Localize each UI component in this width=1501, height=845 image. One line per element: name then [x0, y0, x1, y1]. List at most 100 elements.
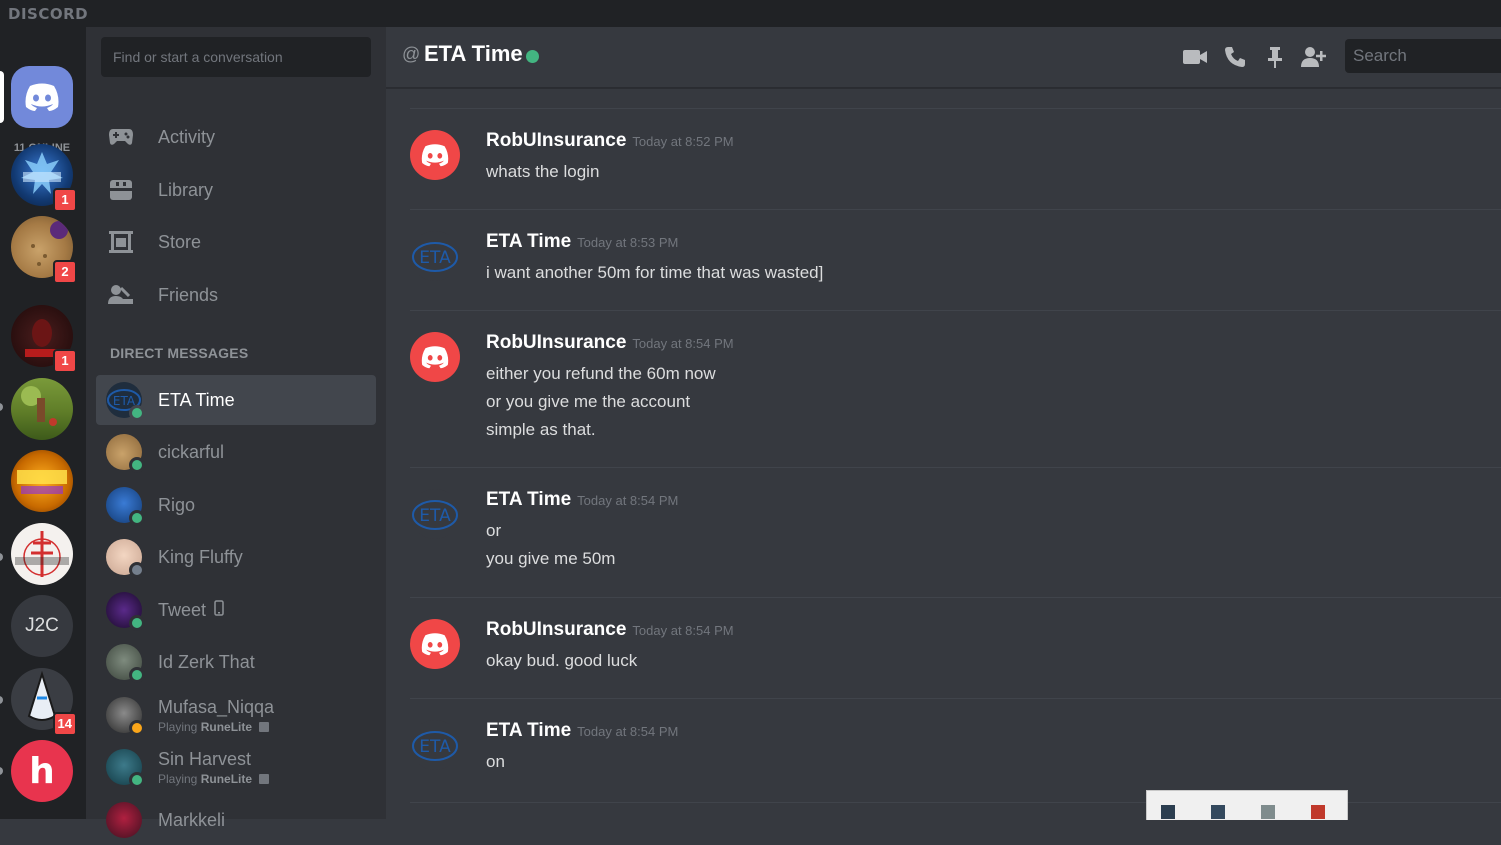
- message-search-box[interactable]: [1345, 39, 1501, 73]
- guild-list: 11 ONLINE 1 2 1: [0, 27, 86, 819]
- message-text: simple as that.: [486, 420, 596, 439]
- message-timestamp: Today at 8:54 PM: [632, 336, 734, 351]
- dm-item-mufasa[interactable]: Mufasa_Niqqa Playing RuneLite: [96, 690, 376, 740]
- guild-dark[interactable]: 1: [11, 305, 77, 373]
- dm-item-sin-harvest[interactable]: Sin Harvest Playing RuneLite: [96, 742, 376, 792]
- dm-search-input[interactable]: [101, 37, 375, 77]
- unread-badge: 1: [53, 349, 77, 373]
- avatar: [106, 434, 145, 473]
- message-text: on: [486, 752, 505, 771]
- unread-indicator: [0, 767, 3, 775]
- nav-label: Library: [158, 179, 214, 200]
- message-author[interactable]: ETA Time: [486, 720, 571, 741]
- guild-rafaels-arc[interactable]: [11, 523, 73, 585]
- dm-item-markkeli[interactable]: Markkeli: [96, 795, 376, 845]
- guild-letter: h: [29, 750, 55, 792]
- message-timestamp: Today at 8:54 PM: [632, 623, 734, 638]
- home-button[interactable]: [11, 66, 73, 128]
- guild-heart[interactable]: h: [11, 740, 73, 802]
- dm-section-header: DIRECT MESSAGES: [110, 345, 249, 361]
- message-list: RobUInsurance Today at 8:52 PM whats the …: [386, 88, 1501, 819]
- message-divider: [410, 698, 1501, 699]
- discord-logo-icon: [25, 83, 59, 111]
- status-indicator: [129, 457, 145, 473]
- message-author[interactable]: ETA Time: [486, 489, 571, 510]
- dm-search-box[interactable]: [101, 37, 375, 77]
- svg-text:ETA: ETA: [419, 506, 451, 526]
- dm-sidebar: Activity Library Store Friends DIRECT ME…: [86, 27, 386, 838]
- message-text: i want another 50m for time that was was…: [486, 263, 824, 282]
- message-author[interactable]: ETA Time: [486, 231, 571, 252]
- guild-cickarful[interactable]: 2: [11, 216, 77, 284]
- dm-item-id-zerk-that[interactable]: Id Zerk That: [96, 637, 376, 687]
- message-divider: [410, 108, 1501, 109]
- video-call-icon[interactable]: [1181, 43, 1209, 71]
- dm-name: cickarful: [158, 441, 225, 462]
- tray-app-icon[interactable]: [1261, 805, 1275, 819]
- dm-item-cickarful[interactable]: cickarful: [96, 427, 376, 477]
- guild-j2c[interactable]: J2C: [11, 595, 73, 657]
- guild-forest[interactable]: [11, 378, 73, 440]
- rafaels-arc-logo-icon: [15, 531, 69, 577]
- dm-item-tweet[interactable]: Tweet: [96, 585, 376, 635]
- discord-logo-icon[interactable]: [410, 332, 460, 382]
- tray-app-icon[interactable]: [1161, 805, 1175, 819]
- dm-item-king-fluffy[interactable]: King Fluffy: [96, 532, 376, 582]
- message-timestamp: Today at 8:54 PM: [577, 493, 679, 508]
- eta-logo-icon[interactable]: ETA: [410, 720, 460, 770]
- unread-badge: 1: [53, 188, 77, 212]
- eta-logo-icon[interactable]: ETA: [410, 231, 460, 281]
- pin-icon[interactable]: [1261, 43, 1289, 71]
- forest-server-icon: [21, 386, 57, 426]
- dm-name: King Fluffy: [158, 546, 243, 567]
- avatar: [106, 539, 145, 578]
- dm-name: Markkeli: [158, 809, 226, 830]
- message-author[interactable]: RobUInsurance: [486, 332, 626, 353]
- unread-badge: 2: [53, 260, 77, 284]
- status-indicator: [129, 562, 145, 578]
- message-author[interactable]: RobUInsurance: [486, 130, 626, 151]
- friends-icon: [100, 284, 142, 306]
- nav-label: Activity: [158, 126, 216, 147]
- eta-logo-icon[interactable]: ETA: [410, 489, 460, 539]
- rich-presence-icon: [259, 721, 270, 732]
- nav-friends[interactable]: Friends: [96, 273, 376, 317]
- message-timestamp: Today at 8:53 PM: [577, 235, 679, 250]
- message-author[interactable]: RobUInsurance: [486, 619, 626, 640]
- message-divider: [410, 209, 1501, 210]
- nav-library[interactable]: Library: [96, 168, 376, 212]
- avatar: [106, 802, 142, 838]
- activity-status: Playing RuneLite: [158, 720, 274, 734]
- dm-item-eta-time[interactable]: ETA ETA Time: [96, 375, 376, 425]
- tray-app-icon[interactable]: [1211, 805, 1225, 819]
- message-text: either you refund the 60m now: [486, 364, 716, 383]
- status-indicator: [129, 510, 145, 526]
- voice-call-icon[interactable]: [1221, 43, 1249, 71]
- status-indicator: [526, 50, 539, 63]
- mobile-icon: [214, 599, 224, 621]
- message-timestamp: Today at 8:52 PM: [632, 134, 734, 149]
- rich-presence-icon: [259, 773, 270, 784]
- nav-store[interactable]: Store: [96, 220, 376, 264]
- dm-name: Mufasa_Niqqa: [158, 696, 275, 717]
- discord-logo-icon[interactable]: [410, 619, 460, 669]
- dm-item-rigo[interactable]: Rigo: [96, 480, 376, 530]
- tray-app-icon[interactable]: [1311, 805, 1325, 819]
- avatar: [106, 592, 145, 631]
- message-divider: [410, 310, 1501, 311]
- guild-rune-treasure[interactable]: [11, 450, 73, 512]
- unread-badge: 14: [52, 712, 77, 736]
- message-text: or: [486, 521, 502, 540]
- message-text: or you give me the account: [486, 392, 691, 411]
- svg-text:ETA: ETA: [419, 248, 451, 268]
- rune-treasure-logo-icon: [17, 470, 67, 494]
- nav-activity[interactable]: Activity: [96, 115, 376, 159]
- nav-label: Store: [158, 231, 202, 252]
- guild-shark[interactable]: 14: [11, 668, 77, 736]
- discord-logo-icon[interactable]: [410, 130, 460, 180]
- avatar: ETA: [106, 382, 145, 421]
- dm-name: Id Zerk That: [158, 651, 255, 672]
- guild-arctic-kings[interactable]: 1: [11, 144, 77, 212]
- add-friend-icon[interactable]: [1300, 43, 1328, 71]
- message-search-input[interactable]: [1345, 39, 1501, 73]
